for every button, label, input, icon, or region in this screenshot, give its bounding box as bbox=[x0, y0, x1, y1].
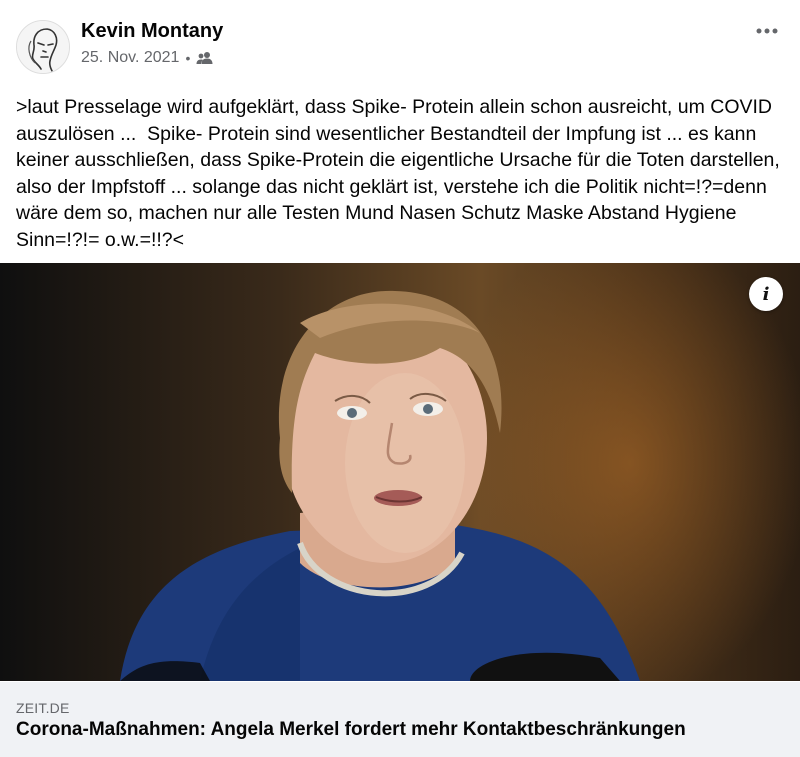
meta-separator: • bbox=[185, 50, 191, 66]
post-header: Kevin Montany 25. Nov. 2021 • bbox=[0, 0, 800, 86]
portrait-photo bbox=[120, 290, 640, 681]
info-button[interactable]: i bbox=[749, 277, 783, 311]
more-options-icon bbox=[756, 28, 778, 34]
info-icon: i bbox=[762, 283, 770, 305]
post-date[interactable]: 25. Nov. 2021 bbox=[81, 49, 179, 67]
post-text: >laut Presselage wird aufgeklärt, dass S… bbox=[16, 96, 786, 251]
sketch-portrait-icon bbox=[17, 21, 69, 73]
link-preview-image[interactable] bbox=[0, 263, 800, 681]
link-title[interactable]: Corona-Maßnahmen: Angela Merkel fordert … bbox=[16, 719, 786, 741]
link-domain: ZEIT.DE bbox=[16, 700, 70, 716]
link-preview-footer[interactable]: ZEIT.DE Corona-Maßnahmen: Angela Merkel … bbox=[0, 682, 800, 757]
author-name[interactable]: Kevin Montany bbox=[81, 20, 223, 43]
friends-icon[interactable] bbox=[196, 51, 214, 65]
author-avatar[interactable] bbox=[16, 20, 70, 74]
more-options-button[interactable] bbox=[752, 16, 782, 46]
post-meta: 25. Nov. 2021 • bbox=[81, 49, 214, 67]
